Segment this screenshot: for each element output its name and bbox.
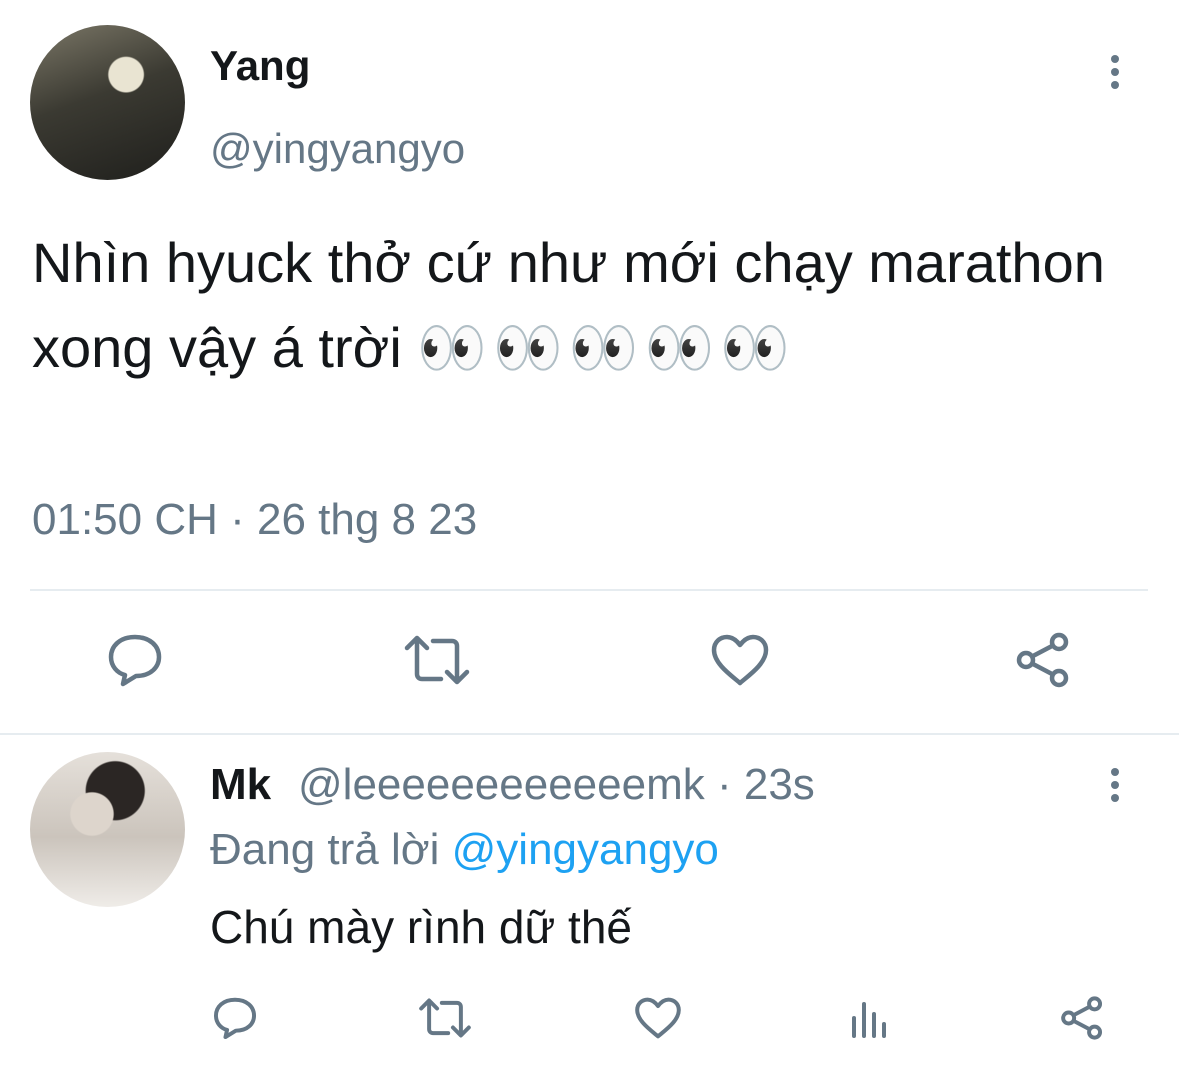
share-icon [1016,632,1069,688]
more-icon [1100,768,1130,802]
more-options-button[interactable] [1100,55,1130,97]
divider [30,589,1148,591]
analytics-icon [852,1001,886,1038]
reply-icon [213,997,257,1039]
like-icon [711,634,769,686]
like-icon [635,997,681,1038]
reply-button[interactable] [100,630,170,690]
eyes-emoji: 👀👀👀👀👀 [417,316,796,379]
replying-to: Đang trả lời @yingyangyo [210,825,719,875]
reply-like-button[interactable] [628,990,688,1045]
reply-author-name[interactable]: Mk [210,760,271,810]
reply-icon [108,634,162,687]
timestamp[interactable]: 01:50 CH · 26 thg 8 23 [32,495,477,545]
more-icon [1100,55,1130,89]
retweet-icon [419,998,471,1037]
reply-author-handle[interactable]: @leeeeeeeeeeeemk · 23s [298,760,815,810]
share-button[interactable] [1008,630,1078,690]
share-icon [1061,995,1103,1040]
analytics-button[interactable] [840,990,900,1045]
mention-link[interactable]: @yingyangyo [452,825,719,874]
author-handle[interactable]: @yingyangyo [210,125,465,173]
reply-retweet-button[interactable] [415,990,475,1045]
avatar[interactable] [30,25,185,180]
like-button[interactable] [705,630,775,690]
reply-share-button[interactable] [1052,990,1112,1045]
reply-text: Chú mày rình dữ thế [210,901,632,953]
author-name[interactable]: Yang [210,42,310,90]
reply-more-options-button[interactable] [1100,768,1130,810]
replying-prefix: Đang trả lời [210,825,440,874]
reply-reply-button[interactable] [205,990,265,1045]
reply-avatar[interactable] [30,752,185,907]
tweet-text: Nhìn hyuck thở cứ như mới chạy marathon … [32,220,1152,390]
divider [0,733,1179,735]
retweet-icon [404,635,470,685]
retweet-button[interactable] [402,630,472,690]
